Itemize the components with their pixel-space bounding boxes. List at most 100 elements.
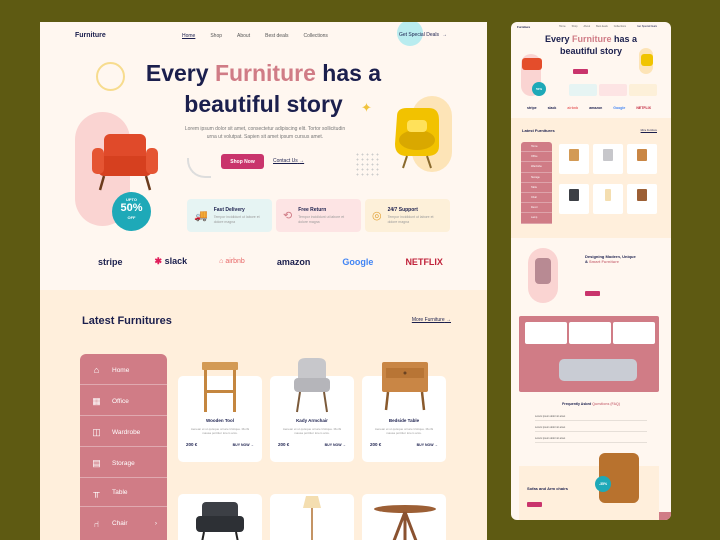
logo[interactable]: Furniture bbox=[75, 32, 106, 39]
full-page-preview: Furniture Home Shop About Best deals Col… bbox=[511, 22, 671, 520]
product-card-round-table[interactable] bbox=[362, 494, 446, 540]
product-card-floor-lamp[interactable] bbox=[270, 494, 354, 540]
product-name: Bedside Table bbox=[388, 418, 420, 423]
preview-product-card bbox=[627, 184, 657, 214]
product-card-wooden-tool[interactable]: Wooden Tool Aenean et ut quisque ornare … bbox=[178, 362, 262, 462]
arrow-right-icon: → bbox=[446, 317, 451, 323]
brand-amazon-logo: amazon bbox=[276, 256, 311, 267]
hero-subtitle-line1: Lorem ipsum dolor sit amet, consectetur … bbox=[184, 126, 346, 132]
nav-link-shop[interactable]: Shop bbox=[210, 33, 222, 39]
buy-now-button[interactable]: BUY NOW → bbox=[417, 443, 438, 447]
nav-links: Home Shop About Best deals Collections bbox=[182, 33, 328, 39]
preview-product-card bbox=[593, 144, 623, 174]
arrow-right-icon: → bbox=[299, 158, 305, 164]
contact-us-link[interactable]: Contact Us → bbox=[273, 158, 304, 164]
brand-logos: stripe ✱ slack ⌂ airbnb amazon Google NE… bbox=[98, 256, 443, 267]
return-truck-icon: ⟲ bbox=[283, 210, 293, 222]
hero-title-part2: has a bbox=[315, 60, 382, 86]
feature-free-return: ⟲ Free Return Tempor incididunt ut labor… bbox=[276, 199, 361, 232]
preview-review-card bbox=[613, 322, 655, 344]
preview-table-image bbox=[637, 149, 647, 161]
black-armchair-image bbox=[196, 502, 244, 540]
preview-sidebar-item: Table bbox=[521, 183, 552, 193]
curve-decoration bbox=[187, 158, 211, 178]
product-desc: Aenean et ut quisque ornare tristique. M… bbox=[190, 427, 250, 435]
feature-fast-delivery: 🚚 Fast Delivery Tempor incididunt ut lab… bbox=[187, 199, 272, 232]
features-row: 🚚 Fast Delivery Tempor incididunt ut lab… bbox=[187, 199, 450, 232]
preview-faq-item: Lorem ipsum dolor sit amet bbox=[535, 412, 647, 421]
preview-nav-link: Shop bbox=[571, 25, 578, 28]
brand-google-logo: Google bbox=[342, 256, 374, 267]
preview-brand: airbnb bbox=[567, 106, 579, 110]
discount-badge: UPTO 50% OFF bbox=[112, 192, 151, 231]
preview-sidebar-item: Chair bbox=[521, 193, 552, 204]
product-card-bedside-table[interactable]: Bedside Table Aenean et ut quisque ornar… bbox=[362, 362, 446, 462]
feature-desc: Tempor incididunt ut labore et dolore ma… bbox=[298, 215, 345, 224]
hero-title-accent: Furniture bbox=[214, 60, 316, 86]
feature-title: 24/7 Support bbox=[387, 207, 418, 213]
preview-faq-item: Lorem ipsum dolor sit amet bbox=[535, 434, 647, 443]
brand-netflix-logo: NETFLIX bbox=[405, 256, 443, 267]
brand-stripe-logo: stripe bbox=[98, 256, 123, 267]
product-desc: Aenean et ut quisque ornare tristique. M… bbox=[374, 427, 434, 435]
feature-desc: Tempor incididunt ut labore et dolore ma… bbox=[387, 215, 434, 224]
preview-sidebar-item: Lamp bbox=[521, 213, 552, 224]
sidebar-item-storage[interactable]: ▤ Storage bbox=[80, 449, 167, 478]
product-card-kady-armchair[interactable]: Kady Armchair Aenean et ut quisque ornar… bbox=[270, 358, 354, 462]
preview-faq-item: Lorem ipsum dolor sit amet bbox=[535, 423, 647, 432]
buy-now-button[interactable]: BUY NOW → bbox=[233, 443, 254, 447]
feature-support: ◎ 24/7 Support Tempor incididunt ut labo… bbox=[365, 199, 450, 232]
preview-mid-title-accent: Smart Furniture bbox=[589, 259, 620, 264]
nav-link-collections[interactable]: Collections bbox=[303, 33, 327, 39]
product-card-black-chair[interactable] bbox=[178, 494, 262, 540]
preview-mid-button bbox=[585, 291, 600, 296]
preview-nav-link: Best deals bbox=[596, 25, 608, 28]
preview-black-chair-image bbox=[569, 189, 579, 201]
buy-now-button[interactable]: BUY NOW → bbox=[325, 443, 346, 447]
preview-yellow-chair bbox=[641, 54, 653, 66]
sparkle-icon: ✦ bbox=[361, 100, 372, 115]
feature-title: Fast Delivery bbox=[213, 207, 245, 213]
preview-nav-links: Home Shop About Best deals Collections bbox=[559, 25, 626, 28]
preview-mid-title: Designing Modern, Unique & Smart Furnitu… bbox=[585, 254, 636, 264]
preview-red-chair bbox=[522, 58, 542, 70]
brand-airbnb-logo: ⌂ airbnb bbox=[219, 258, 245, 265]
sidebar-item-label: Wardrobe bbox=[112, 428, 141, 436]
preview-more-link: More Furniture bbox=[640, 129, 657, 132]
preview-brand: stripe bbox=[527, 106, 537, 110]
product-price: 200 € bbox=[186, 442, 198, 447]
sidebar-item-office[interactable]: ▦ Office bbox=[80, 387, 167, 416]
preview-faq-title: Frequently Asked Questions (FAQ) bbox=[511, 402, 671, 406]
sidebar-item-table[interactable]: ╥ Table bbox=[80, 478, 167, 507]
shop-now-button[interactable]: Shop Now bbox=[221, 154, 264, 169]
chevron-right-icon: › bbox=[154, 520, 157, 527]
nav-link-best-deals[interactable]: Best deals bbox=[265, 33, 288, 39]
preview-title-part2: has a bbox=[611, 34, 638, 44]
special-deals-label: Get Special Deals bbox=[398, 32, 439, 38]
airbnb-icon: ⌂ bbox=[219, 258, 224, 265]
preview-faq-title-text: Frequently Asked bbox=[562, 402, 593, 406]
preview-brand: amazon bbox=[589, 106, 603, 110]
nav-link-home[interactable]: Home bbox=[182, 33, 195, 39]
category-sidebar: ⌂ Home ▦ Office ◫ Wardrobe ▤ Storage ╥ Table … bbox=[80, 354, 167, 540]
product-price: 200 € bbox=[370, 442, 382, 447]
truck-icon: 🚚 bbox=[194, 210, 208, 222]
brand-slack-text: slack bbox=[164, 256, 188, 266]
special-deals-link[interactable]: Get Special Deals → bbox=[399, 32, 447, 38]
sidebar-item-home[interactable]: ⌂ Home bbox=[80, 356, 167, 385]
sidebar-item-wardrobe[interactable]: ◫ Wardrobe bbox=[80, 418, 167, 447]
more-furniture-link[interactable]: More Furniture → bbox=[412, 317, 451, 323]
preview-brand: slack bbox=[547, 106, 557, 110]
nav-link-about[interactable]: About bbox=[237, 33, 250, 39]
sidebar-item-chair[interactable]: ⑁ Chair › bbox=[80, 509, 167, 538]
buy-now-label: BUY NOW bbox=[416, 443, 434, 447]
preview-product-card bbox=[559, 144, 589, 174]
preview-sidebar: Home Office Wardrobe Storage Table Chair… bbox=[521, 142, 552, 224]
arrow-right-icon: → bbox=[442, 32, 447, 38]
preview-armchair-image bbox=[603, 149, 613, 161]
wooden-stool-image bbox=[202, 362, 238, 412]
preview-bottom-badge: -35% bbox=[595, 476, 611, 492]
preview-mid-chair bbox=[535, 258, 551, 284]
bedside-table-image bbox=[382, 362, 428, 411]
preview-feature bbox=[629, 84, 657, 96]
